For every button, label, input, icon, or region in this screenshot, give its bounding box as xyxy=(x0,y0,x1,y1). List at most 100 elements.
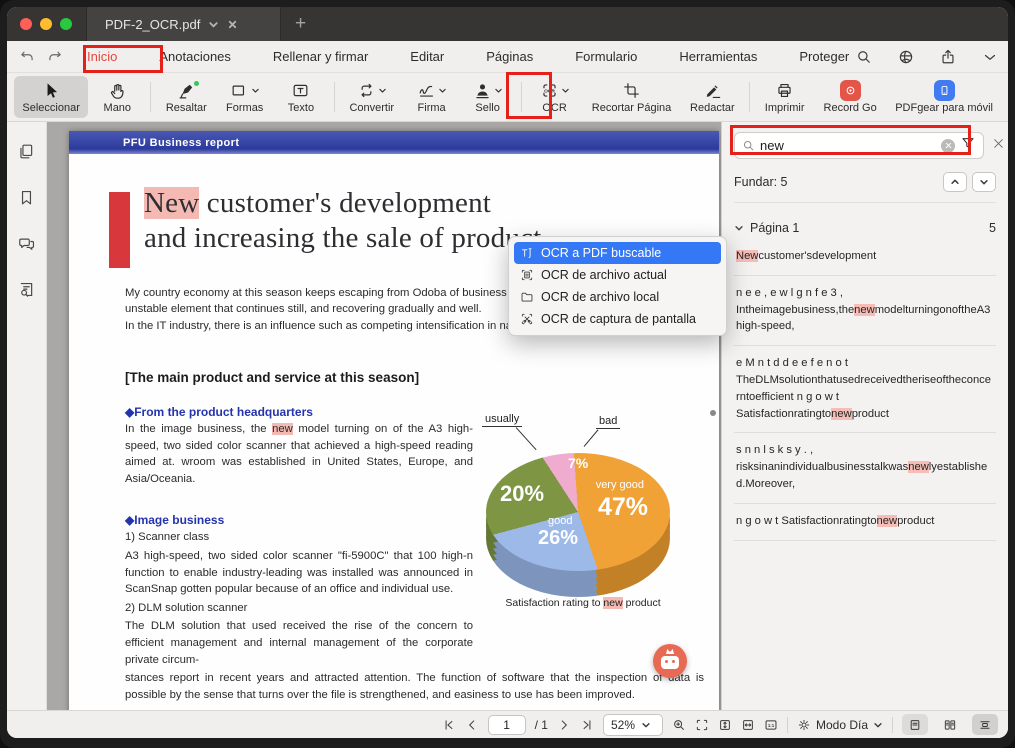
chevron-down-icon xyxy=(438,86,447,95)
document-scrollbar-handle[interactable] xyxy=(710,410,716,416)
chevron-down-icon xyxy=(561,86,570,95)
search-result-item[interactable]: n g o w t Satisfactionratingtonewproduct xyxy=(734,504,996,541)
redactar-button[interactable]: Redactar xyxy=(681,76,743,118)
menubar: Inicio Anotaciones Rellenar y firmar Edi… xyxy=(7,41,1008,73)
formas-button[interactable]: Formas xyxy=(217,76,272,118)
section2-item1: 1) Scanner class xyxy=(125,529,473,546)
tab-paginas[interactable]: Páginas xyxy=(480,45,539,68)
search-document-icon[interactable] xyxy=(17,280,36,299)
menu-item-ocr-archivo-local[interactable]: OCR de archivo local xyxy=(514,286,721,308)
redo-icon[interactable] xyxy=(46,48,63,65)
titlebar: PDF-2_OCR.pdf + xyxy=(7,7,1008,41)
menu-item-ocr-archivo-actual[interactable]: OCR de archivo actual xyxy=(514,264,721,286)
result-group-header[interactable]: Página 1 5 xyxy=(734,221,996,235)
close-window-button[interactable] xyxy=(20,18,32,30)
tab-editar[interactable]: Editar xyxy=(404,45,450,68)
search-icon[interactable] xyxy=(855,48,873,66)
tab-chevron-down-icon[interactable] xyxy=(208,19,219,30)
texto-button[interactable]: Texto xyxy=(274,76,328,118)
share-icon[interactable] xyxy=(939,48,957,66)
record-go-button[interactable]: Record Go xyxy=(815,76,885,118)
search-result-item[interactable]: n e e , e w l g n f e 3 , Intheimagebusi… xyxy=(734,276,996,346)
page-number-input[interactable] xyxy=(488,715,526,735)
zoom-value: 52% xyxy=(611,718,635,732)
tab-inicio[interactable]: Inicio xyxy=(81,45,123,68)
ocr-text-icon xyxy=(520,246,534,260)
firma-button[interactable]: Firma xyxy=(405,76,459,118)
globe-icon[interactable] xyxy=(897,48,915,66)
resaltar-button[interactable]: Resaltar xyxy=(157,76,215,118)
document-tab[interactable]: PDF-2_OCR.pdf xyxy=(86,7,281,41)
mano-button[interactable]: Mano xyxy=(90,76,144,118)
search-result-item[interactable]: s n n l s k s y . , risksinanindividualb… xyxy=(734,433,996,503)
last-page-icon[interactable] xyxy=(580,718,594,732)
title-red-bar xyxy=(109,192,130,268)
search-input[interactable] xyxy=(760,138,936,153)
fit-screen-icon[interactable] xyxy=(695,718,709,732)
convertir-button[interactable]: Convertir xyxy=(341,76,403,118)
result-group-count: 5 xyxy=(989,221,996,235)
clear-search-icon[interactable] xyxy=(941,139,955,153)
undo-icon[interactable] xyxy=(19,48,36,65)
tab-close-icon[interactable] xyxy=(227,19,238,30)
close-search-panel-icon[interactable] xyxy=(992,137,1005,155)
first-page-icon[interactable] xyxy=(442,718,456,732)
record-go-icon xyxy=(840,80,861,101)
filter-icon[interactable] xyxy=(960,135,976,156)
screenshot-scissors-icon xyxy=(520,312,534,326)
pie-value-usually: 20% xyxy=(500,481,544,507)
previous-page-icon[interactable] xyxy=(465,718,479,732)
tab-proteger[interactable]: Proteger xyxy=(793,45,855,68)
tab-rellenar-firmar[interactable]: Rellenar y firmar xyxy=(267,45,374,68)
tab-herramientas[interactable]: Herramientas xyxy=(673,45,763,68)
actual-size-icon[interactable]: 1:1 xyxy=(764,718,778,732)
tab-anotaciones[interactable]: Anotaciones xyxy=(153,45,237,68)
pie-label-very-good: very good xyxy=(596,479,644,491)
hand-icon xyxy=(108,81,127,100)
single-page-view-button[interactable] xyxy=(902,714,928,735)
search-panel: Fundar: 5 Página 1 5 Newcustomer'sdevelo… xyxy=(721,122,1008,710)
thumbnails-icon[interactable] xyxy=(17,142,36,161)
tab-formulario[interactable]: Formulario xyxy=(569,45,643,68)
two-page-view-button[interactable] xyxy=(937,714,963,735)
recortar-pagina-button[interactable]: Recortar Página xyxy=(584,76,680,118)
zoom-select[interactable]: 52% xyxy=(603,714,663,736)
ocr-button[interactable]: OCR OCR xyxy=(528,76,582,118)
minimize-window-button[interactable] xyxy=(40,18,52,30)
toolbar-divider xyxy=(150,82,151,112)
seleccionar-button[interactable]: Seleccionar xyxy=(14,76,88,118)
zoom-window-button[interactable] xyxy=(60,18,72,30)
continuation-text: stances report in recent years and attra… xyxy=(125,670,704,704)
continuous-scroll-view-button[interactable] xyxy=(972,714,998,735)
previous-match-button[interactable] xyxy=(943,172,967,192)
assistant-robot-button[interactable] xyxy=(653,644,687,678)
search-hit-body: new xyxy=(272,423,293,435)
app-window: PDF-2_OCR.pdf + Inicio Anotaciones Relle… xyxy=(7,7,1008,738)
search-result-item[interactable]: Newcustomer'sdevelopment xyxy=(734,239,996,276)
fit-width-icon[interactable] xyxy=(741,718,755,732)
left-sidebar xyxy=(7,122,47,710)
next-page-icon[interactable] xyxy=(557,718,571,732)
svg-text:OCR: OCR xyxy=(544,88,555,94)
document-scan-icon xyxy=(520,268,534,282)
next-match-button[interactable] xyxy=(972,172,996,192)
search-input-box[interactable] xyxy=(734,132,984,159)
page-total-label: / 1 xyxy=(535,718,548,732)
day-mode-button[interactable]: Modo Día xyxy=(797,718,883,732)
pie-label-bad: bad xyxy=(596,415,620,429)
comments-icon[interactable] xyxy=(17,234,36,253)
menu-item-ocr-captura[interactable]: OCR de captura de pantalla xyxy=(514,308,721,330)
sello-button[interactable]: Sello xyxy=(461,76,515,118)
imprimir-button[interactable]: Imprimir xyxy=(756,76,813,118)
pdfgear-movil-button[interactable]: PDFgear para móvil xyxy=(887,76,1001,118)
bookmark-icon[interactable] xyxy=(17,188,36,207)
new-tab-button[interactable]: + xyxy=(281,7,320,41)
collapse-ribbon-chevron-icon[interactable] xyxy=(981,48,999,66)
search-hit-title: New xyxy=(144,187,199,219)
zoom-in-icon[interactable] xyxy=(672,718,686,732)
search-result-item[interactable]: e M n t d d e e f e n o t TheDLMsolution… xyxy=(734,346,996,433)
chevron-down-icon xyxy=(378,86,387,95)
menu-item-ocr-pdf-buscable[interactable]: OCR a PDF buscable xyxy=(514,242,721,264)
fit-height-icon[interactable] xyxy=(718,718,732,732)
collapse-chevron-icon xyxy=(734,223,744,233)
